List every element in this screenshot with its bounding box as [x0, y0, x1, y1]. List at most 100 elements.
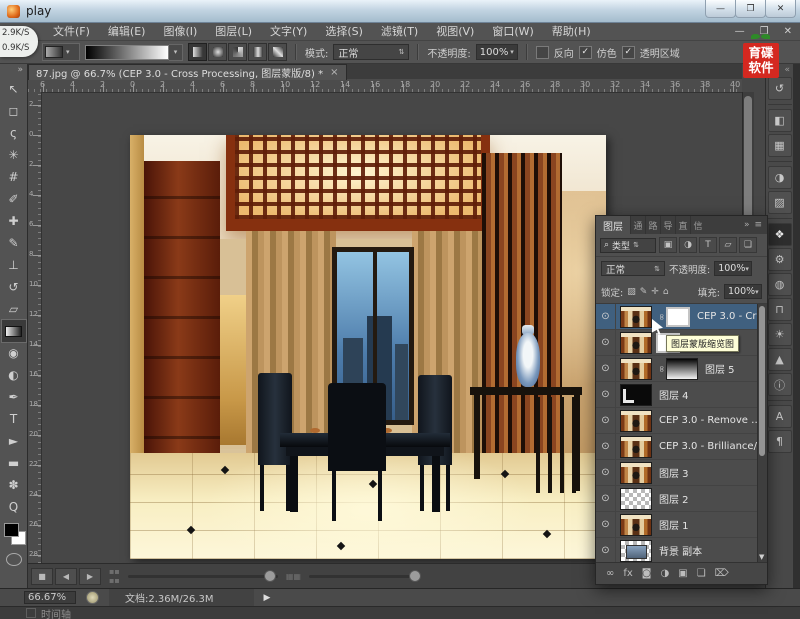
- lock-transparency-icon[interactable]: ▨: [627, 287, 636, 297]
- layers-scrollbar[interactable]: ▼: [757, 304, 767, 562]
- status-arrow-icon[interactable]: ▶: [264, 593, 271, 603]
- layer-visibility-toggle[interactable]: ⊙: [596, 434, 616, 459]
- layer-thumbnail[interactable]: [620, 332, 652, 354]
- color-panel-icon[interactable]: ◧: [768, 109, 792, 132]
- layer-visibility-toggle[interactable]: ⊙: [596, 538, 616, 562]
- layer-name[interactable]: 图层 4: [659, 387, 689, 402]
- tab-fragment-1[interactable]: 路: [645, 216, 660, 234]
- radial-gradient-button[interactable]: [208, 43, 227, 61]
- stop-button[interactable]: ■: [31, 568, 53, 585]
- close-icon[interactable]: ×: [330, 67, 338, 78]
- layer-opacity-input[interactable]: 100% ▾: [714, 261, 752, 276]
- layer-name[interactable]: 图层 1: [659, 517, 689, 532]
- menu-item-1[interactable]: 编辑(E): [99, 23, 155, 39]
- linear-gradient-button[interactable]: [188, 43, 207, 61]
- canvas-image[interactable]: [130, 135, 606, 559]
- layer-name[interactable]: 图层 2: [659, 491, 689, 506]
- gradient-preview[interactable]: [85, 45, 169, 60]
- gradient-picker-dropdown[interactable]: ▾: [169, 44, 183, 61]
- menu-item-9[interactable]: 帮助(H): [543, 23, 600, 39]
- styles-panel-icon[interactable]: ▨: [768, 191, 792, 214]
- lock-paint-icon[interactable]: ✎: [640, 287, 648, 297]
- document-size-info[interactable]: 文档:2.36M/26.3M: [109, 589, 254, 606]
- layer-row[interactable]: ⊙∞图层 5: [596, 356, 767, 382]
- layer-thumbnail[interactable]: [620, 436, 652, 458]
- new-group-icon[interactable]: ▣: [678, 568, 687, 579]
- layer-visibility-toggle[interactable]: ⊙: [596, 486, 616, 511]
- layer-name[interactable]: CEP 3.0 - Brilliance/War...: [659, 441, 767, 452]
- reverse-checkbox[interactable]: [536, 46, 549, 59]
- paths-panel-icon[interactable]: ◍: [768, 273, 792, 296]
- layer-row[interactable]: ⊙ 图层 3: [596, 460, 767, 486]
- layer-thumbnail[interactable]: [620, 306, 652, 328]
- layer-visibility-toggle[interactable]: ⊙: [596, 460, 616, 485]
- swatches-panel-icon[interactable]: ▦: [768, 134, 792, 157]
- scrollbar-thumb[interactable]: [759, 306, 765, 456]
- collapse-panel-icon[interactable]: »: [744, 220, 750, 230]
- filter-type-icon[interactable]: T: [699, 237, 717, 253]
- move-tool[interactable]: ↖: [2, 78, 26, 100]
- app-close-button[interactable]: ✕: [784, 26, 792, 37]
- layer-visibility-toggle[interactable]: ⊙: [596, 330, 616, 355]
- layer-mask-thumbnail[interactable]: [666, 307, 690, 327]
- adjustment-layer-icon[interactable]: ◑: [661, 568, 670, 579]
- slider-handle[interactable]: [264, 570, 276, 582]
- tab-fragment-4[interactable]: 信: [690, 216, 705, 234]
- blend-mode-select[interactable]: 正常 ⇅: [333, 44, 409, 60]
- healing-brush-tool[interactable]: ✚: [2, 210, 26, 232]
- layer-row[interactable]: ⊙ 图层 2: [596, 486, 767, 512]
- marquee-tool[interactable]: ◻: [2, 100, 26, 122]
- play-button[interactable]: ▶: [79, 568, 101, 585]
- layer-row[interactable]: ⊙ CEP 3.0 - Brilliance/War...: [596, 434, 767, 460]
- panel-menu-icon[interactable]: ≡: [754, 220, 762, 230]
- collapse-tools-icon[interactable]: »: [0, 65, 27, 78]
- filter-adjustment-icon[interactable]: ◑: [679, 237, 697, 253]
- os-close-button[interactable]: ✕: [765, 0, 796, 18]
- path-selection-tool[interactable]: ►: [2, 430, 26, 452]
- layer-name[interactable]: 图层 3: [659, 465, 689, 480]
- document-tab[interactable]: 87.jpg @ 66.7% (CEP 3.0 - Cross Processi…: [28, 64, 347, 80]
- pen-tool[interactable]: ✒: [2, 386, 26, 408]
- layer-thumbnail[interactable]: [620, 540, 652, 562]
- os-minimize-button[interactable]: —: [705, 0, 736, 18]
- adjustments-sun-panel-icon[interactable]: ☀: [768, 323, 792, 346]
- type-tool[interactable]: T: [2, 408, 26, 430]
- foreground-color-swatch[interactable]: [4, 523, 19, 537]
- lasso-tool[interactable]: ς: [2, 122, 26, 144]
- history-panel-icon[interactable]: ↺: [768, 77, 792, 100]
- adjustments-panel-icon[interactable]: ◑: [768, 166, 792, 189]
- menu-item-3[interactable]: 图层(L): [206, 23, 261, 39]
- menu-item-2[interactable]: 图像(I): [154, 23, 206, 39]
- angle-gradient-button[interactable]: [228, 43, 247, 61]
- properties-panel-icon[interactable]: ⊓: [768, 298, 792, 321]
- lock-move-icon[interactable]: ✛: [651, 287, 659, 297]
- layer-visibility-toggle[interactable]: ⊙: [596, 512, 616, 537]
- layers-panel-icon[interactable]: ❖: [768, 223, 792, 246]
- layer-row[interactable]: ⊙图层 4: [596, 382, 767, 408]
- layer-visibility-toggle[interactable]: ⊙: [596, 408, 616, 433]
- dither-checkbox[interactable]: ✓: [579, 46, 592, 59]
- lock-all-icon[interactable]: ⌂: [663, 287, 669, 297]
- tab-timeline[interactable]: 时间轴: [41, 606, 71, 619]
- channels-panel-icon[interactable]: ⚙: [768, 248, 792, 271]
- add-mask-icon[interactable]: ◙: [642, 568, 652, 579]
- clone-stamp-tool[interactable]: ⊥: [2, 254, 26, 276]
- crop-tool[interactable]: #: [2, 166, 26, 188]
- menu-item-4[interactable]: 文字(Y): [261, 23, 316, 39]
- tab-fragment-2[interactable]: 导: [660, 216, 675, 234]
- tab-layers[interactable]: 图层: [596, 216, 630, 234]
- menu-item-5[interactable]: 选择(S): [316, 23, 372, 39]
- dodge-tool[interactable]: ◐: [2, 364, 26, 386]
- layer-visibility-toggle[interactable]: ⊙: [596, 304, 616, 329]
- tab-fragment-0[interactable]: 通: [630, 216, 645, 234]
- layer-fill-input[interactable]: 100% ▾: [724, 284, 762, 299]
- layer-thumbnail[interactable]: [620, 514, 652, 536]
- hand-tool[interactable]: ✽: [2, 474, 26, 496]
- layer-visibility-toggle[interactable]: ⊙: [596, 356, 616, 381]
- layer-style-icon[interactable]: fx: [623, 568, 632, 579]
- blur-tool[interactable]: ◉: [2, 342, 26, 364]
- menu-item-8[interactable]: 窗口(W): [483, 23, 542, 39]
- scroll-down-icon[interactable]: ▼: [759, 553, 764, 561]
- layer-thumbnail[interactable]: [620, 410, 652, 432]
- layer-thumbnail[interactable]: [620, 488, 652, 510]
